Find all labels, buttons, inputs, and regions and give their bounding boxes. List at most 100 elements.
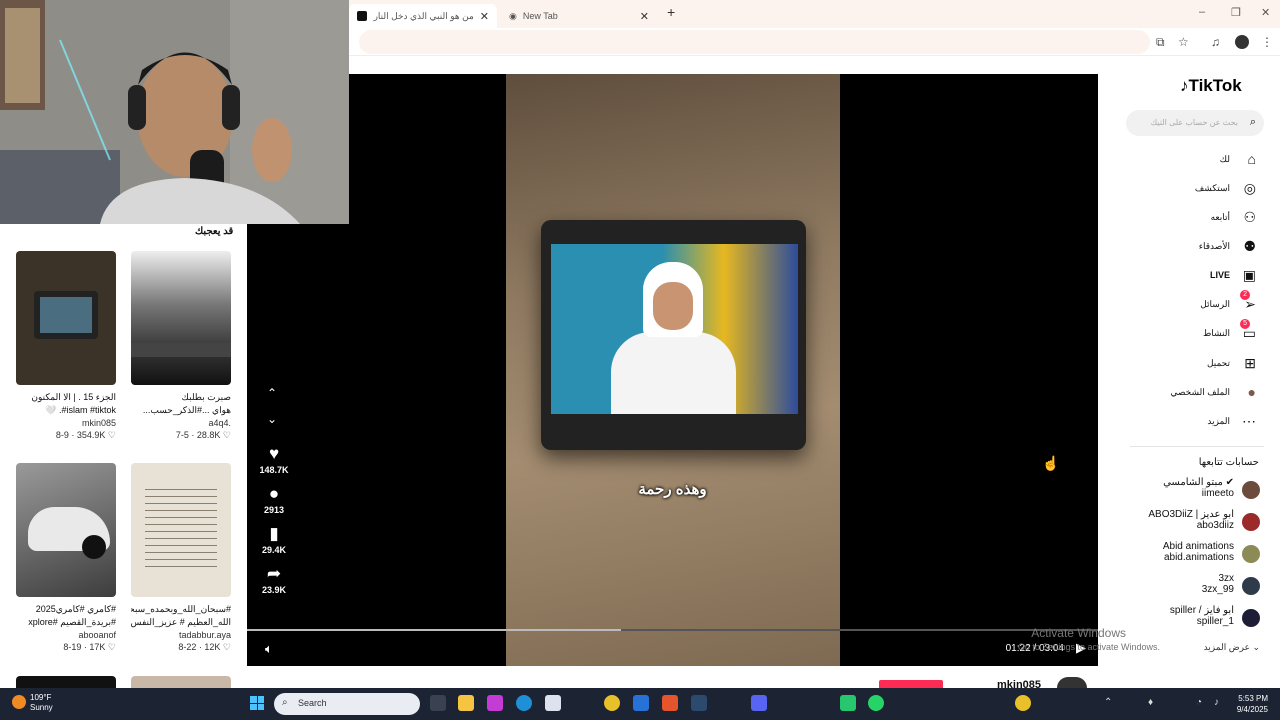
- sidebar-item-label: LIVE: [1209, 270, 1230, 280]
- wifi-icon[interactable]: ◔: [1196, 697, 1202, 708]
- sidebar-item-more[interactable]: المزيد ⋯: [1130, 412, 1260, 432]
- sidebar-item-activity[interactable]: النشاط ▭ 5: [1130, 319, 1260, 344]
- file-explorer-icon[interactable]: [458, 695, 474, 711]
- tray-chevron-icon[interactable]: ⌃: [1104, 697, 1112, 708]
- volume-icon[interactable]: 🔈︎: [265, 641, 273, 657]
- profile-avatar-icon[interactable]: [1235, 35, 1249, 49]
- video-caption-line2: هواي ...#الذكر_حسب...: [142, 405, 231, 415]
- outlook-icon[interactable]: [633, 695, 649, 711]
- avatar: [1242, 513, 1260, 531]
- recommended-card[interactable]: الجزء 15 . | الا المكنون islam #tiktok#.…: [16, 251, 116, 441]
- heart-outline-icon: ♡: [107, 430, 116, 440]
- video-author[interactable]: abooanof: [16, 629, 116, 641]
- chrome-icon[interactable]: [604, 695, 620, 711]
- sidebar-item-explore[interactable]: استكشف ◎: [1130, 179, 1260, 199]
- video-author[interactable]: a4q4.: [131, 417, 231, 429]
- video-thumbnail[interactable]: [131, 676, 231, 688]
- search-icon[interactable]: ⌕: [1250, 116, 1256, 129]
- video-thumbnail[interactable]: [131, 463, 231, 597]
- account-name: 3zx: [1218, 573, 1234, 584]
- new-tab-button[interactable]: +: [667, 4, 675, 20]
- discord-icon[interactable]: [751, 695, 767, 711]
- save-button[interactable]: ▮ 29.4K: [257, 524, 291, 556]
- share-icon: ➦: [266, 564, 282, 583]
- sidebar-item-profile[interactable]: الملف الشخصي ●: [1130, 383, 1260, 403]
- app-icon[interactable]: [662, 695, 678, 711]
- app-icon[interactable]: [487, 695, 503, 711]
- more-icon: ⋯: [1242, 413, 1256, 429]
- tiktok-note-icon: ♪: [1180, 76, 1189, 95]
- taskbar-search[interactable]: ⌕ Search: [274, 693, 420, 715]
- followed-account[interactable]: spiller / ابو فايز spiller_1: [1130, 605, 1260, 635]
- address-bar[interactable]: [359, 30, 1150, 54]
- video-caption-line2: الله_العظيم # عزيز_النفس...: [131, 617, 231, 627]
- follow-button[interactable]: [879, 680, 943, 688]
- sidebar-item-messages[interactable]: الرسائل ➢ 2: [1130, 290, 1260, 315]
- sidebar-item-live[interactable]: LIVE ▣: [1130, 266, 1260, 286]
- steam-icon[interactable]: [691, 695, 707, 711]
- see-more-link[interactable]: ⌄ عرض المزيد: [1150, 642, 1260, 653]
- previous-video-icon[interactable]: ⌃: [267, 386, 277, 400]
- search-input[interactable]: بحث عن حساب على التيك ⌕: [1126, 110, 1264, 136]
- task-view-icon[interactable]: [430, 695, 446, 711]
- maximize-button[interactable]: ❐: [1231, 6, 1241, 19]
- tab-new-tab[interactable]: ◉ New Tab ✕: [501, 4, 657, 28]
- speaker-icon[interactable]: ♪: [1214, 697, 1219, 708]
- share-button[interactable]: ➦ 23.9K: [257, 564, 291, 596]
- next-video-icon[interactable]: ⌄: [267, 412, 277, 426]
- video-meta: 8-19 · 17K ♡: [63, 642, 116, 652]
- sun-icon: [12, 695, 26, 709]
- close-window-button[interactable]: ✕: [1261, 6, 1270, 19]
- like-button[interactable]: ♥ 148.7K: [257, 444, 291, 476]
- video-author[interactable]: tadabbur.aya: [131, 629, 231, 641]
- tiktok-logo[interactable]: ♪TikTok: [1180, 76, 1242, 96]
- whatsapp-icon[interactable]: [868, 695, 884, 711]
- avatar: [1242, 577, 1260, 595]
- video-player[interactable]: وهذه رحمة ⌃ ⌄ ♥ 148.7K ● 2913 ▮ 29.4K ➦ …: [247, 74, 1160, 666]
- video-thumbnail[interactable]: [16, 463, 116, 597]
- tab-active-video[interactable]: من هو النبي الذي دخل النار في ال ✕: [349, 4, 497, 28]
- weather-temp: 109°F: [30, 693, 52, 702]
- mic-icon[interactable]: ♦: [1148, 697, 1153, 708]
- sidebar-item-friends[interactable]: الأصدقاء ⚉: [1130, 237, 1260, 257]
- start-button[interactable]: [250, 696, 264, 710]
- chrome-active-icon[interactable]: [1015, 695, 1031, 711]
- recommended-card[interactable]: صبرت بطلبك هواي ...#الذكر_حسب... a4q4. 7…: [131, 251, 231, 441]
- close-tab-icon[interactable]: ✕: [480, 10, 489, 23]
- author-avatar[interactable]: [1057, 677, 1087, 688]
- followed-account[interactable]: 3zx 3zx_99: [1130, 573, 1260, 603]
- save-count: 29.4K: [261, 545, 287, 555]
- install-icon[interactable]: ⧉: [1156, 35, 1165, 50]
- edge-icon[interactable]: [516, 695, 532, 711]
- recommended-card[interactable]: #كامري #كامري2025 #بريدة_القصيم #xplore …: [16, 463, 116, 653]
- followed-account[interactable]: ABO3DiiZ | ابو عديز abo3diiz: [1130, 509, 1260, 539]
- app-icon[interactable]: [840, 695, 856, 711]
- video-thumbnail[interactable]: [131, 251, 231, 385]
- recommended-card[interactable]: #سبحان_الله_وبحمده_سبحان الله_العظيم # ع…: [131, 463, 231, 653]
- store-icon[interactable]: [545, 695, 561, 711]
- sidebar-item-for-you[interactable]: لك ⌂: [1130, 150, 1260, 170]
- minimize-button[interactable]: –: [1199, 6, 1205, 18]
- weather-widget[interactable]: 109°F Sunny: [12, 693, 53, 713]
- progress-bar[interactable]: [247, 629, 1098, 631]
- video-thumbnail[interactable]: [16, 251, 116, 385]
- friends-icon: ⚉: [1243, 238, 1256, 254]
- profile-icon: ●: [1247, 384, 1256, 400]
- action-rail: ♥ 148.7K ● 2913 ▮ 29.4K ➦ 23.9K: [257, 444, 291, 604]
- taskbar-clock[interactable]: 5:53 PM 9/4/2025: [1237, 693, 1268, 715]
- bookmark-star-icon[interactable]: ☆: [1178, 35, 1189, 49]
- browser-toolbar: ⧉ ☆ ♫ ⋮: [349, 28, 1280, 56]
- tab-strip: من هو النبي الذي دخل النار في ال ✕ ◉ New…: [349, 0, 1280, 28]
- comment-button[interactable]: ● 2913: [257, 484, 291, 516]
- sidebar-item-following[interactable]: أتابعه ⚇: [1130, 208, 1260, 228]
- browser-menu-icon[interactable]: ⋮: [1261, 35, 1273, 49]
- sidebar-item-upload[interactable]: تحميل ⊞: [1130, 354, 1260, 374]
- video-author[interactable]: mkin085: [16, 417, 116, 429]
- video-meta: 8-22 · 12K ♡: [178, 642, 231, 652]
- activity-badge: 5: [1240, 319, 1250, 329]
- followed-account[interactable]: مبتو الشامسي ✔ iimeeto: [1130, 477, 1260, 507]
- media-control-icon[interactable]: ♫: [1211, 35, 1220, 49]
- followed-account[interactable]: Abid animations abid.animations: [1130, 541, 1260, 571]
- close-tab-icon[interactable]: ✕: [640, 10, 649, 23]
- video-thumbnail[interactable]: [16, 676, 116, 688]
